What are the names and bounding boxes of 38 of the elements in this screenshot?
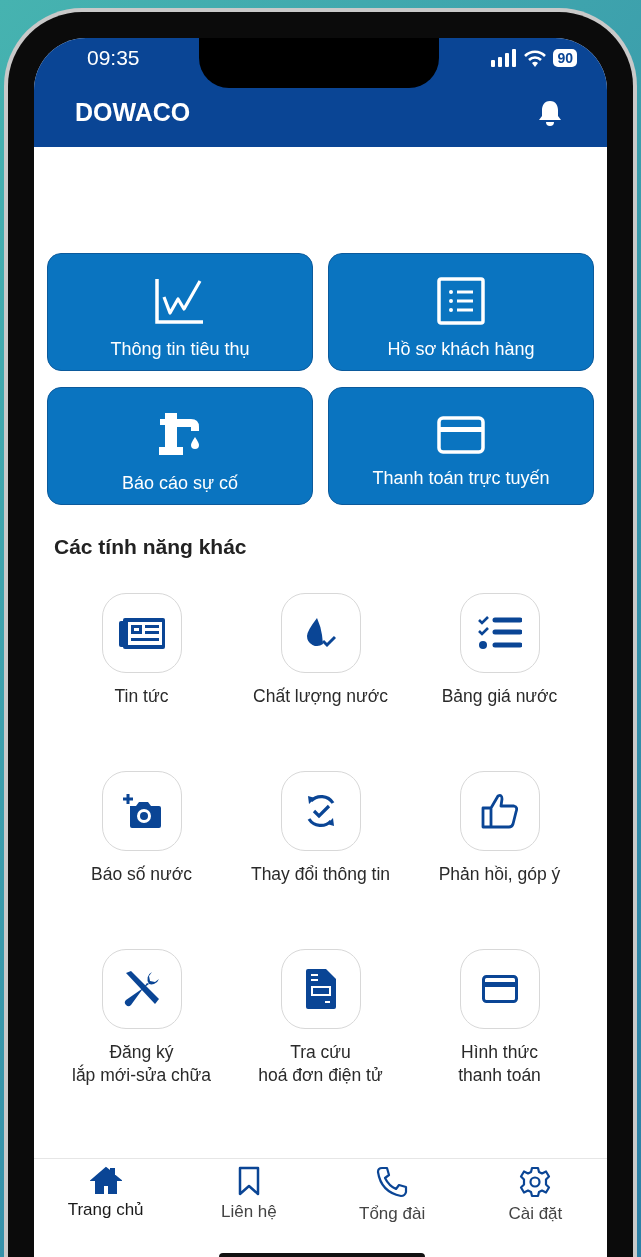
feature-button[interactable]: Hình thức thanh toán [410,949,589,1127]
feature-button[interactable]: Chất lượng nước [231,593,410,771]
checklist-icon [477,616,522,650]
bookmark-icon [237,1166,260,1196]
feature-button[interactable]: Thay đổi thông tin [231,771,410,949]
home-icon [89,1166,122,1194]
phone-icon [376,1166,409,1198]
app-title: DOWACO [75,98,191,127]
feature-button[interactable]: Báo số nước [52,771,231,949]
card-icon [481,975,518,1003]
water-drop-icon [305,617,336,649]
tab[interactable]: Trang chủ [45,1165,166,1257]
bell-icon[interactable] [537,98,563,127]
feature-button[interactable]: Bảng giá nước [410,593,589,771]
newspaper-icon [118,617,165,649]
section-title: Các tính năng khác [54,535,248,559]
settings-icon [519,1166,552,1198]
signal-icon [491,49,518,67]
feature-button[interactable]: Tin tức [52,593,231,771]
wifi-icon [524,49,547,67]
tab[interactable]: Liên hệ [188,1165,309,1257]
feature-tile[interactable]: Thanh toán trực tuyến [328,387,594,505]
camera-icon [121,793,162,829]
feature-tile[interactable]: Hồ sơ khách hàng [328,253,594,371]
card-icon [437,415,485,454]
feature-tile[interactable]: Báo cáo sự cố [47,387,313,505]
feature-tile[interactable]: Thông tin tiêu thụ [47,253,313,371]
thumbs-up-icon [480,793,519,829]
tab[interactable]: Tổng đài [332,1165,453,1257]
document-icon [305,969,336,1009]
feature-button[interactable]: Tra cứu hoá đơn điện tử [231,949,410,1127]
battery-level: 90 [553,49,577,67]
tab[interactable]: Cài đặt [475,1165,596,1257]
chart-icon [154,276,206,325]
feature-button[interactable]: Đăng ký lắp mới-sửa chữa [52,949,231,1127]
feature-button[interactable]: Phản hồi, góp ý [410,771,589,949]
status-time: 09:35 [87,46,140,70]
list-icon [437,276,485,325]
